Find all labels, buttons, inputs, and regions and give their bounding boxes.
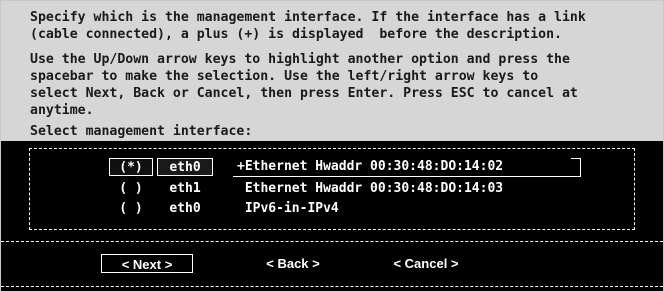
option-row-eth0-ethernet[interactable]: (*) eth0 +Ethernet Hwaddr 00:30:48:DO:14…: [1, 158, 664, 177]
installer-screen: Specify which is the management interfac…: [0, 0, 664, 291]
instruction-line-3: select Next, Back or Cancel, then press …: [30, 86, 578, 101]
intro-line-1: Specify which is the management interfac…: [30, 10, 586, 25]
interface-description: +Ethernet Hwaddr 00:30:48:DO:14:02: [233, 158, 571, 176]
select-prompt: Select management interface:: [30, 124, 253, 139]
intro-text: Specify which is the management interfac…: [30, 9, 586, 43]
cancel-button[interactable]: < Cancel >: [383, 254, 469, 273]
interface-name: eth0: [157, 158, 213, 176]
interface-description: Ethernet Hwaddr 00:30:48:DO:14:03: [237, 181, 504, 196]
option-row-eth1-ethernet[interactable]: ( ) eth1 Ethernet Hwaddr 00:30:48:DO:14:…: [1, 180, 664, 199]
radio-unselected[interactable]: ( ): [109, 200, 153, 218]
separator-line: [1, 241, 663, 242]
instruction-line-2: spacebar to make the selection. Use the …: [30, 69, 539, 84]
instruction-text: Use the Up/Down arrow keys to highlight …: [30, 51, 578, 119]
instruction-line-4: anytime.: [30, 103, 94, 118]
option-row-eth0-ipv6[interactable]: ( ) eth0 IPv6-in-IPv4: [1, 200, 664, 219]
next-button[interactable]: < Next >: [101, 254, 193, 273]
intro-line-2: (cable connected), a plus (+) is display…: [30, 27, 562, 42]
instruction-line-1: Use the Up/Down arrow keys to highlight …: [30, 52, 570, 67]
radio-unselected[interactable]: ( ): [109, 180, 153, 198]
radio-selected[interactable]: (*): [109, 158, 153, 176]
interface-name: eth1: [169, 181, 201, 196]
interface-name: eth0: [169, 201, 201, 216]
bottom-border-line: [1, 286, 663, 287]
interface-description: IPv6-in-IPv4: [237, 201, 339, 216]
back-button[interactable]: < Back >: [257, 254, 329, 273]
